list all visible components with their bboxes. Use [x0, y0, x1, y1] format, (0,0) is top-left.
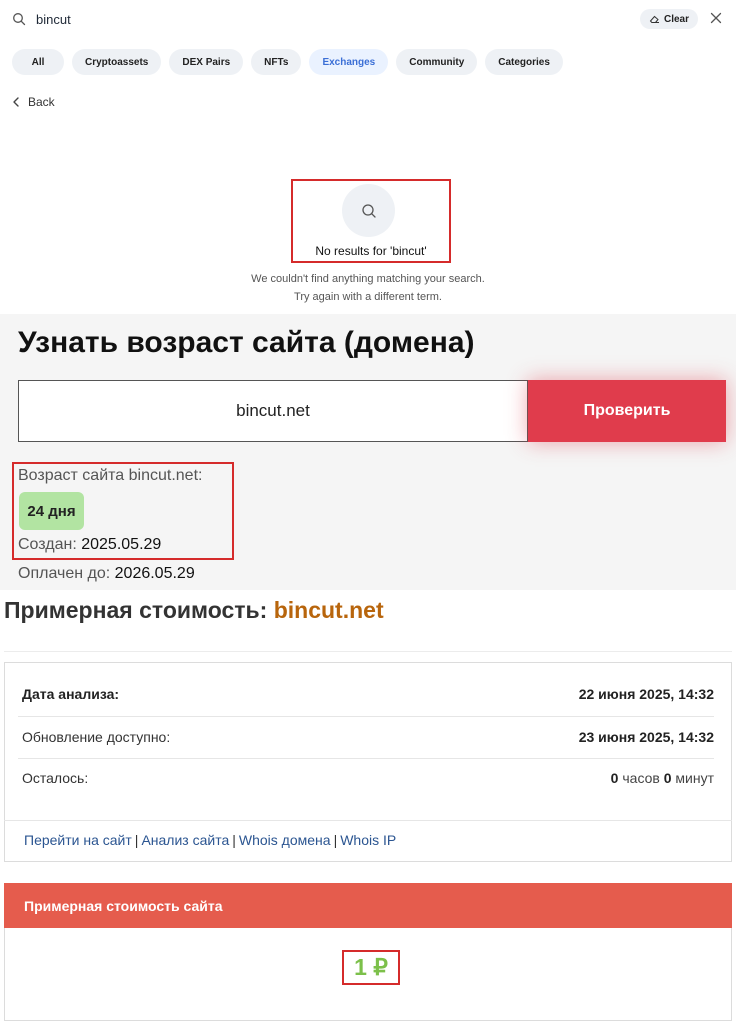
remaining-label: Осталось: — [22, 770, 89, 786]
paid-until: Оплачен до: 2026.05.29 — [18, 565, 195, 583]
paid-value: 2026.05.29 — [114, 565, 195, 582]
update-available-row: Обновление доступно: 23 июня 2025, 14:32 — [4, 716, 732, 758]
no-results-message: We couldn't find anything matching your … — [168, 270, 568, 306]
paid-label: Оплачен до: — [18, 565, 111, 582]
remaining-hours-unit: часов — [622, 770, 660, 786]
tab-all[interactable]: All — [12, 49, 64, 75]
check-button[interactable]: Проверить — [528, 380, 726, 442]
divider — [4, 651, 732, 652]
row-divider — [4, 820, 732, 821]
search-panel: Clear All Cryptoassets DEX Pairs NFTs Ex… — [0, 0, 736, 314]
highlight-box-price — [342, 950, 400, 985]
remaining-minutes-unit: минут — [675, 770, 714, 786]
estimate-heading-prefix: Примерная стоимость: — [4, 597, 268, 623]
search-input[interactable] — [36, 9, 596, 29]
search-bar: Clear — [0, 0, 736, 38]
chevron-left-icon — [13, 97, 19, 107]
link-whois-ip[interactable]: Whois IP — [340, 832, 396, 848]
back-label: Back — [28, 95, 55, 109]
analysis-date-row: Дата анализа: 22 июня 2025, 14:32 — [4, 673, 732, 715]
remaining-row: Осталось: 0 часов 0 минут — [4, 757, 732, 799]
tab-community[interactable]: Community — [396, 49, 478, 75]
search-icon — [13, 13, 26, 26]
highlight-box-age — [12, 462, 234, 560]
highlight-box-no-results — [291, 179, 451, 263]
tab-nfts[interactable]: NFTs — [251, 49, 302, 75]
link-site-analysis[interactable]: Анализ сайта — [141, 832, 229, 848]
domain-input[interactable] — [18, 380, 528, 442]
link-whois-domain[interactable]: Whois домена — [239, 832, 331, 848]
link-separator: | — [232, 832, 236, 848]
estimate-heading-site: bincut.net — [273, 597, 384, 623]
back-link[interactable]: Back — [12, 94, 55, 110]
eraser-icon — [649, 15, 659, 23]
clear-button[interactable]: Clear — [640, 9, 698, 29]
tab-exchanges[interactable]: Exchanges — [309, 49, 389, 75]
no-results-line-2: Try again with a different term. — [294, 291, 442, 303]
link-visit-site[interactable]: Перейти на сайт — [24, 832, 132, 848]
clear-button-label: Clear — [663, 13, 689, 25]
tab-categories[interactable]: Categories — [485, 49, 563, 75]
tab-dex-pairs[interactable]: DEX Pairs — [169, 49, 244, 75]
close-icon[interactable] — [709, 11, 723, 25]
link-separator: | — [134, 832, 139, 848]
update-available-label: Обновление доступно: — [22, 729, 171, 745]
remaining-hours: 0 — [610, 770, 619, 786]
price-card-header: Примерная стоимость сайта — [4, 883, 732, 928]
remaining-minutes: 0 — [663, 770, 672, 786]
analysis-date-label: Дата анализа: — [22, 686, 120, 702]
link-separator: | — [333, 832, 338, 848]
no-results-line-1: We couldn't find anything matching your … — [251, 273, 485, 285]
site-links: Перейти на сайт | Анализ сайта | Whois домен… — [24, 832, 396, 848]
estimate-heading: Примерная стоимость: bincut.net — [4, 597, 384, 624]
update-available-value: 23 июня 2025, 14:32 — [578, 729, 714, 745]
analysis-date-value: 22 июня 2025, 14:32 — [578, 686, 714, 702]
domain-age-heading: Узнать возраст сайта (домена) — [18, 326, 475, 359]
tab-cryptoassets[interactable]: Cryptoassets — [72, 49, 162, 75]
remaining-value: 0 часов 0 минут — [611, 770, 714, 786]
category-tabs: All Cryptoassets DEX Pairs NFTs Exchange… — [12, 49, 563, 75]
